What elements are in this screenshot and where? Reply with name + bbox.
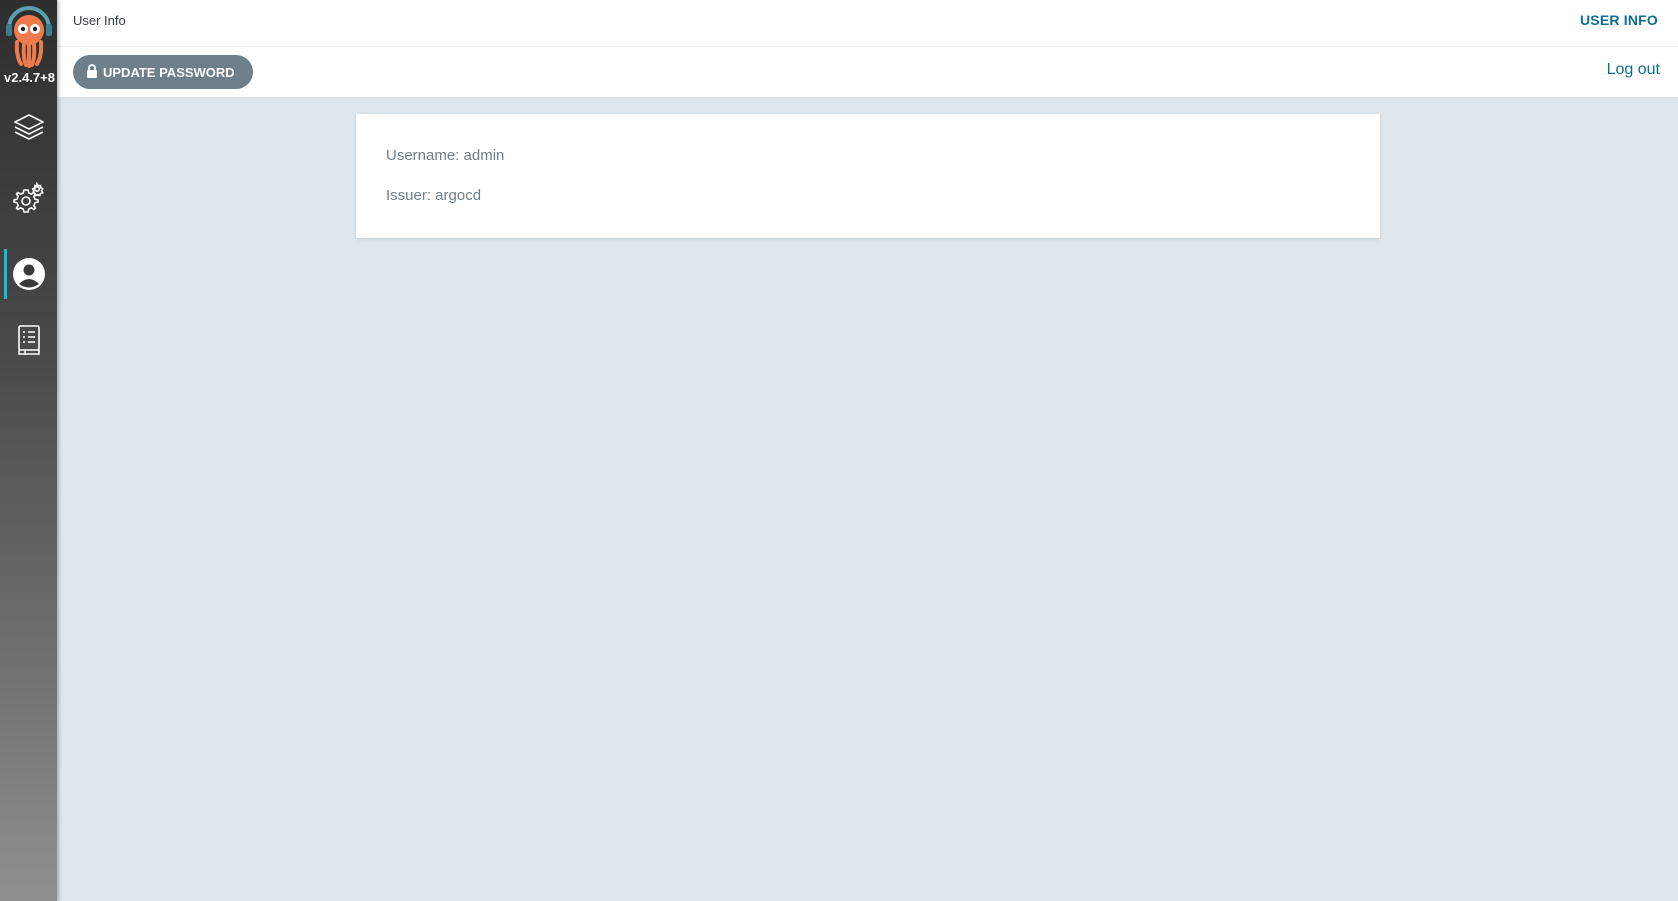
book-icon [15,324,43,356]
username-text: Username: admin [386,147,505,164]
lock-icon [86,63,98,81]
logout-link[interactable]: Log out [1607,61,1660,79]
user-info-link[interactable]: USER INFO [1580,12,1658,28]
argo-logo[interactable] [4,4,54,68]
user-circle-icon [12,257,46,291]
gears-icon [12,182,45,214]
update-password-button[interactable]: UPDATE PASSWORD [73,55,253,89]
layers-icon [12,110,46,144]
toolbar: UPDATE PASSWORD Log out [57,47,1678,98]
top-bar: User Info USER INFO [57,0,1678,47]
sidebar-item-applications[interactable] [0,102,57,152]
page-title: User Info [73,13,126,28]
user-info-card: Username: admin Issuer: argocd [356,114,1380,238]
version-label: v2.4.7+8 [4,70,55,85]
update-password-label: UPDATE PASSWORD [103,64,235,80]
sidebar: v2.4.7+8 [0,0,57,901]
sidebar-item-documentation[interactable] [0,315,57,365]
sidebar-item-settings[interactable] [0,173,57,223]
sidebar-item-user-info[interactable] [0,249,57,299]
issuer-text: Issuer: argocd [386,187,482,204]
